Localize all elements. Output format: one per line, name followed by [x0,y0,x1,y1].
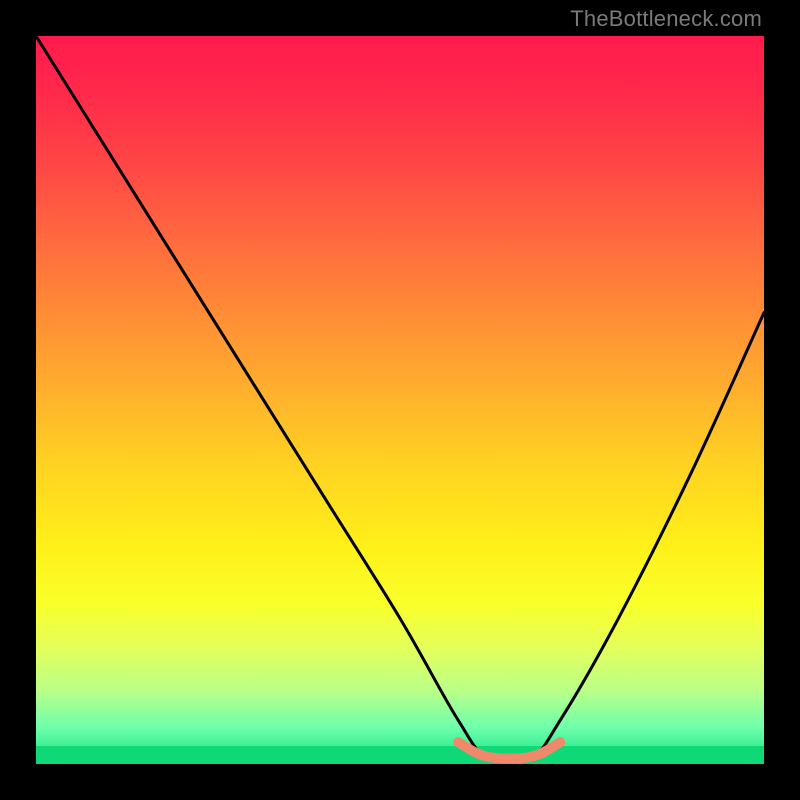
plot-area [36,36,764,764]
curve-layer [36,36,764,764]
bottleneck-curve-path [36,36,764,762]
watermark-text: TheBottleneck.com [570,6,762,32]
chart-frame [36,36,764,764]
